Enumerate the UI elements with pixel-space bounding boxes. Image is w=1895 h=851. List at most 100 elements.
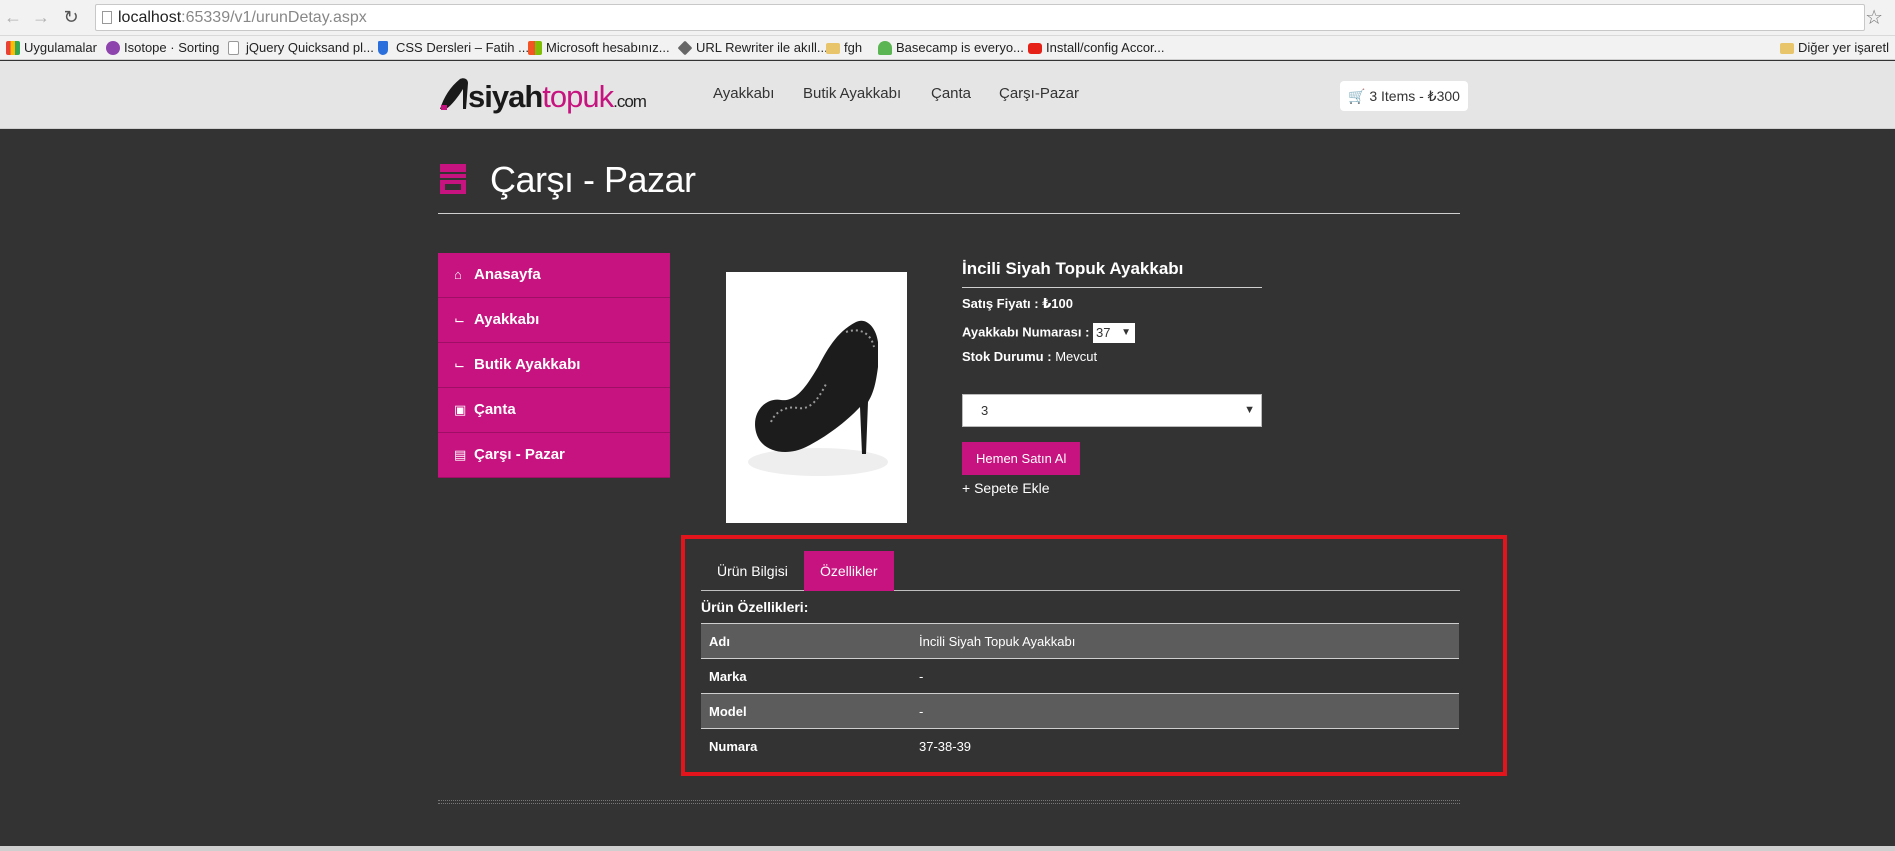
logo-text: siyahtopuk.com [468, 79, 647, 114]
store-icon: ▤ [454, 447, 467, 462]
site-header: siyahtopuk.com Ayakkabı Butik Ayakkabı Ç… [0, 61, 1895, 129]
bookmark-item[interactable]: Microsoft hesabınız... [526, 39, 670, 57]
bookmark-item[interactable]: Basecamp is everyo... [876, 39, 1024, 57]
css-shield-icon [378, 41, 388, 55]
size-select[interactable]: 37 ▼ [1093, 323, 1136, 343]
bookmark-item[interactable]: fgh [824, 39, 862, 57]
add-to-cart-link[interactable]: + Sepete Ekle [962, 480, 1050, 496]
folder-icon [1779, 43, 1794, 54]
table-row: Marka - [701, 659, 1459, 694]
nav-link[interactable]: Çarşı-Pazar [999, 85, 1079, 102]
bag-icon: ▣ [454, 402, 467, 417]
product-tabs: Ürün Bilgisi Özellikler [701, 551, 1460, 591]
page-icon [102, 11, 112, 24]
tab-urun-bilgisi[interactable]: Ürün Bilgisi [701, 551, 804, 591]
price-label: Satış Fiyatı : [962, 296, 1039, 311]
apps-grid-icon [6, 41, 20, 55]
features-table: Adı İncili Siyah Topuk Ayakkabı Marka - … [701, 623, 1459, 764]
cart-icon: 🛒 [1348, 88, 1366, 104]
sidebar-item-label: Çarşı - Pazar [474, 446, 565, 463]
nav-link[interactable]: Çanta [931, 85, 971, 102]
back-arrow-icon[interactable]: ← [2, 6, 24, 28]
buy-now-button[interactable]: Hemen Satın Al [962, 442, 1081, 475]
bookmark-label: Basecamp is everyo... [896, 40, 1024, 55]
nav-link[interactable]: Butik Ayakkabı [803, 85, 901, 102]
bookmarks-bar: Uygulamalar Isotope · Sorting jQuery Qui… [0, 36, 1895, 60]
table-row: Numara 37-38-39 [701, 729, 1459, 764]
shoe-icon: ⌙ [454, 357, 465, 372]
sidebar-item-carsi-pazar[interactable]: ▤ Çarşı - Pazar [438, 433, 670, 478]
high-heel-logo-icon [440, 78, 468, 110]
feature-key: Marka [709, 668, 747, 684]
size-line: Ayakkabı Numarası : 37 ▼ [962, 323, 1136, 343]
page-icon [228, 41, 239, 55]
quantity-value: 3 [981, 403, 989, 418]
bookmark-label: CSS Dersleri – Fatih ... [396, 40, 529, 55]
isotope-icon [106, 41, 120, 55]
high-heel-shoe-image [748, 320, 888, 476]
bookmark-label: URL Rewriter ile akıll... [696, 40, 828, 55]
sidebar-item-canta[interactable]: ▣ Çanta [438, 388, 670, 433]
forward-arrow-icon[interactable]: → [30, 6, 52, 28]
stock-label: Stok Durumu : [962, 349, 1052, 364]
bookmark-label: Uygulamalar [24, 40, 97, 55]
bookmark-label: fgh [844, 40, 863, 55]
table-row: Adı İncili Siyah Topuk Ayakkabı [701, 623, 1459, 659]
size-value: 37 [1096, 325, 1111, 340]
sidebar-item-label: Butik Ayakkabı [474, 356, 581, 373]
bookmark-item[interactable]: CSS Dersleri – Fatih ... [376, 39, 529, 57]
cart-button[interactable]: 🛒 3 Items - ₺300 [1340, 81, 1468, 111]
youtube-icon [1028, 43, 1042, 54]
sidebar-menu: ⌂ Anasayfa ⌙ Ayakkabı ⌙ Butik Ayakkabı ▣ Çan… [438, 253, 670, 478]
store-icon [440, 164, 466, 194]
quantity-select[interactable]: 3 ▼ [962, 394, 1262, 427]
divider [438, 213, 1460, 214]
chevron-down-icon: ▼ [1121, 327, 1132, 338]
folder-icon [826, 43, 840, 54]
bookmark-label: jQuery Quicksand pl... [246, 40, 374, 55]
feature-key: Model [701, 693, 911, 729]
page-bottom-edge [0, 846, 1895, 851]
bookmark-star-icon[interactable]: ☆ [1865, 5, 1883, 30]
nav-link[interactable]: Ayakkabı [713, 85, 774, 102]
other-bookmarks-label: Diğer yer işaretl [1797, 40, 1889, 55]
bookmark-item[interactable]: Isotope · Sorting [104, 39, 219, 57]
url-path: :65339/v1/urunDetay.aspx [181, 9, 367, 26]
feature-value: 37-38-39 [919, 738, 972, 754]
price-value: ₺100 [1042, 296, 1073, 311]
microsoft-icon [528, 41, 542, 55]
cart-summary: 3 Items - ₺300 [1369, 88, 1460, 104]
url-host: localhost [118, 9, 182, 26]
sidebar-item-butik-ayakkabi[interactable]: ⌙ Butik Ayakkabı [438, 343, 670, 388]
feature-value: - [911, 693, 1459, 729]
diamond-icon [677, 40, 693, 56]
sidebar-item-ayakkabi[interactable]: ⌙ Ayakkabı [438, 298, 670, 343]
stock-line: Stok Durumu : Mevcut [962, 349, 1097, 364]
stock-value: Mevcut [1055, 349, 1098, 364]
bookmark-label: Isotope · Sorting [124, 40, 220, 55]
product-name: İncili Siyah Topuk Ayakkabı [962, 259, 1262, 288]
product-image [726, 272, 907, 523]
feature-key: Numara [709, 738, 758, 754]
bookmark-item[interactable]: Uygulamalar [4, 39, 97, 57]
chevron-down-icon: ▼ [1244, 404, 1255, 416]
bookmark-item[interactable]: jQuery Quicksand pl... [226, 39, 374, 57]
table-row: Model - [701, 693, 1459, 729]
bookmark-label: Install/config Accor... [1046, 40, 1165, 55]
bookmark-item[interactable]: URL Rewriter ile akıll... [676, 39, 828, 57]
bookmark-label: Microsoft hesabınız... [546, 40, 670, 55]
tab-ozellikler[interactable]: Özellikler [804, 551, 894, 591]
sidebar-item-anasayfa[interactable]: ⌂ Anasayfa [438, 253, 670, 298]
basecamp-icon [878, 41, 892, 55]
footer-divider [438, 800, 1460, 804]
bookmark-item[interactable]: Install/config Accor... [1026, 39, 1165, 57]
sidebar-item-label: Ayakkabı [474, 311, 540, 328]
price-line: Satış Fiyatı : ₺100 [962, 296, 1073, 312]
other-bookmarks[interactable]: Diğer yer işaretl [1778, 39, 1889, 57]
home-icon: ⌂ [454, 267, 462, 282]
sidebar-item-label: Anasayfa [474, 266, 541, 283]
reload-icon[interactable]: ↻ [60, 6, 82, 28]
feature-value: - [919, 668, 924, 684]
shoe-icon: ⌙ [454, 312, 465, 327]
address-bar[interactable]: localhost:65339/v1/urunDetay.aspx [95, 4, 1865, 31]
